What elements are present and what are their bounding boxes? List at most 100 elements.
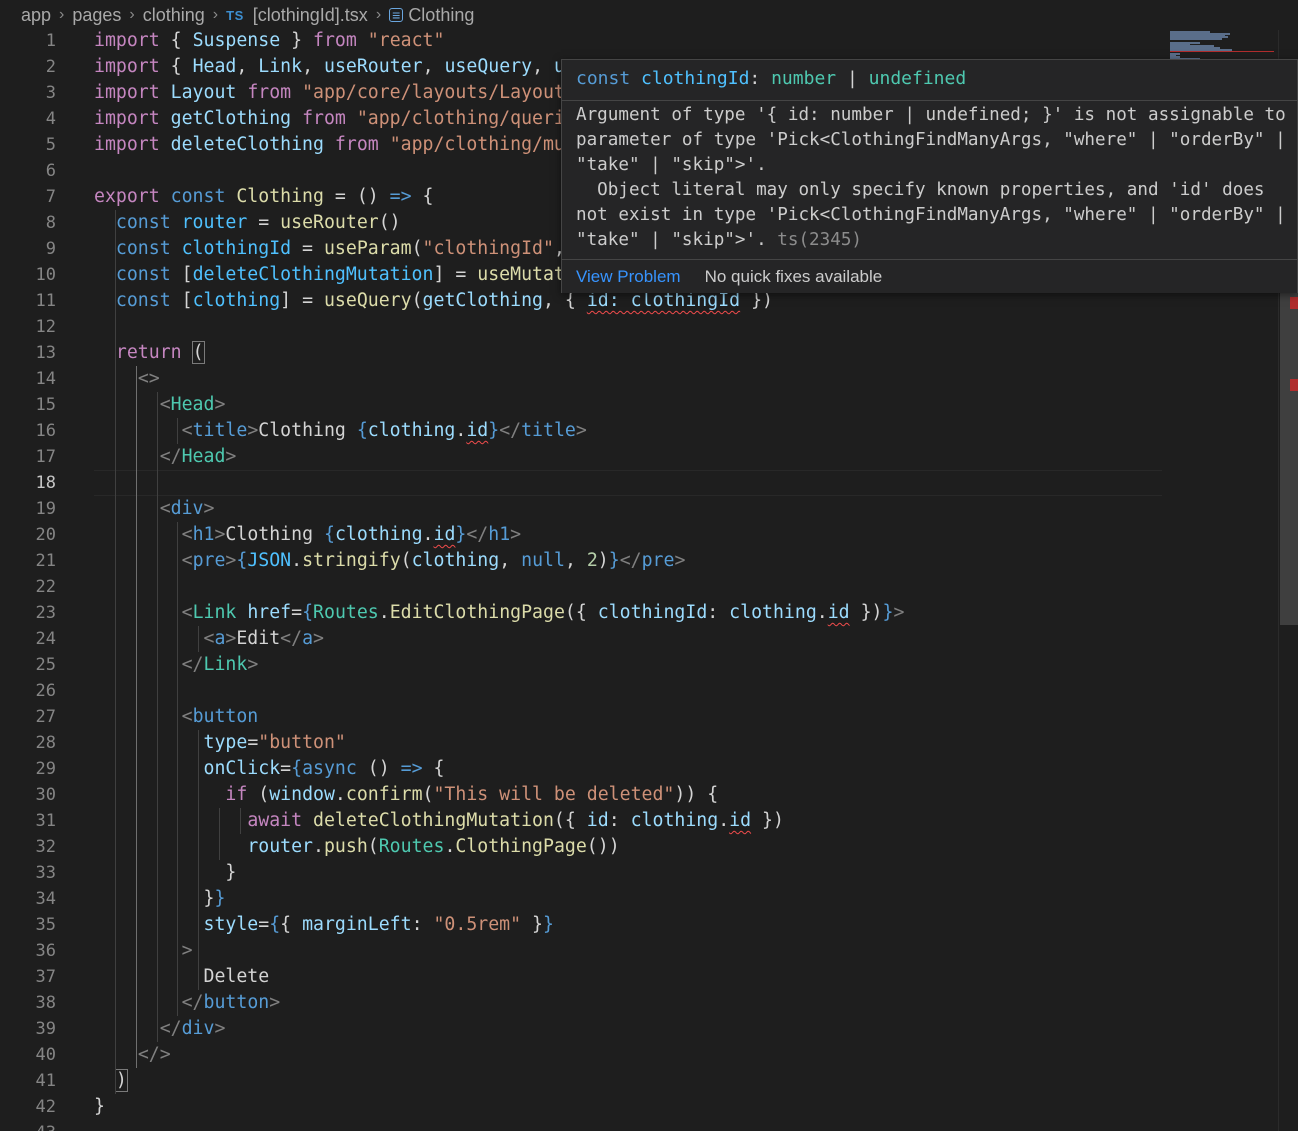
code-token: } <box>882 602 894 623</box>
code-token: const <box>115 238 171 259</box>
code-token: a <box>214 628 226 649</box>
code-line[interactable]: 15 <Head> <box>0 392 1278 418</box>
code-line[interactable]: 12 <box>0 314 1278 340</box>
code-line[interactable]: 35 style={{ marginLeft: "0.5rem" }} <box>0 912 1278 938</box>
code-token: , <box>422 56 445 77</box>
code-line[interactable]: 40 </> <box>0 1042 1278 1068</box>
line-number: 7 <box>45 187 56 207</box>
code-token: = <box>291 602 303 623</box>
code-token: > <box>893 602 905 623</box>
hover-status-bar: View Problem No quick fixes available <box>562 259 1297 293</box>
code-line[interactable]: 1 import { Suspense } from "react" <box>0 30 1278 54</box>
code-token: h1 <box>488 524 511 545</box>
code-line[interactable]: 16 <title>Clothing {clothing.id}</title> <box>0 418 1278 444</box>
code-token: marginLeft <box>302 914 412 935</box>
line-number: 37 <box>35 967 56 987</box>
breadcrumb-item-pages[interactable]: pages <box>72 5 121 26</box>
view-problem-link[interactable]: View Problem <box>576 267 681 287</box>
code-line[interactable]: 13 return ( <box>0 340 1278 366</box>
scrollbar-thumb[interactable] <box>1280 280 1298 625</box>
minimap[interactable] <box>1168 30 1276 60</box>
code-line[interactable]: 28 type="button" <box>0 730 1278 756</box>
code-token: import <box>94 134 160 155</box>
typescript-file-icon: TS <box>226 7 244 23</box>
error-code: ts(2345) <box>766 230 863 250</box>
code-token: : <box>608 810 631 831</box>
code-line[interactable]: 37 Delete <box>0 964 1278 990</box>
code-line[interactable]: 21 <pre>{JSON.stringify(clothing, null, … <box>0 548 1278 574</box>
code-token: . <box>422 524 434 545</box>
code-token: < <box>203 628 215 649</box>
signature-token <box>630 68 641 89</box>
code-line[interactable]: 42} <box>0 1094 1278 1120</box>
code-token: const <box>115 212 171 233</box>
code-line[interactable]: 26 <box>0 678 1278 704</box>
code-line[interactable]: 25 </Link> <box>0 652 1278 678</box>
code-token: clothing <box>334 524 423 545</box>
code-line[interactable]: 29 onClick={async () => { <box>0 756 1278 782</box>
hover-error-message: Argument of type '{ id: number | undefin… <box>576 103 1291 253</box>
code-token: < <box>181 602 193 623</box>
code-text: </> <box>94 1042 171 1068</box>
code-token: ( <box>411 238 423 259</box>
code-token: { <box>159 56 193 77</box>
code-token: { <box>302 602 314 623</box>
code-token: : <box>411 914 434 935</box>
code-token: </ <box>181 992 204 1013</box>
code-line[interactable]: 24 <a>Edit</a> <box>0 626 1278 652</box>
code-token: ] = <box>433 264 478 285</box>
breadcrumb-item-app[interactable]: app <box>21 5 51 26</box>
code-line[interactable]: 23 <Link href={Routes.EditClothingPage({… <box>0 600 1278 626</box>
code-line[interactable]: 22 <box>0 574 1278 600</box>
code-line[interactable]: 30 if (window.confirm("This will be dele… <box>0 782 1278 808</box>
code-line[interactable]: 20 <h1>Clothing {clothing.id}</h1> <box>0 522 1278 548</box>
line-number: 41 <box>35 1071 56 1091</box>
code-line[interactable]: 36 > <box>0 938 1278 964</box>
code-line[interactable]: 31 await deleteClothingMutation({ id: cl… <box>0 808 1278 834</box>
code-text: return ( <box>94 340 205 366</box>
code-line[interactable]: 27 <button <box>0 704 1278 730</box>
breadcrumb-item-clothing[interactable]: clothing <box>143 5 205 26</box>
minimap-line <box>1170 38 1222 41</box>
code-line[interactable]: 41 ) <box>0 1068 1278 1094</box>
code-token: > <box>247 654 259 675</box>
breadcrumb-item-symbol[interactable]: Clothing <box>408 5 474 26</box>
chevron-right-icon: › <box>375 6 382 23</box>
code-line[interactable]: 17 </Head> <box>0 444 1278 470</box>
code-line[interactable]: 39 </div> <box>0 1016 1278 1042</box>
code-token: } <box>225 862 237 883</box>
code-line[interactable]: 14 <> <box>0 366 1278 392</box>
code-token: > <box>269 992 281 1013</box>
error-marker <box>1290 379 1298 391</box>
line-number: 1 <box>45 31 56 51</box>
code-line[interactable]: 18 <box>0 470 1278 496</box>
code-line[interactable]: 19 <div> <box>0 496 1278 522</box>
code-line[interactable]: 33 } <box>0 860 1278 886</box>
code-line[interactable]: 32 router.push(Routes.ClothingPage()) <box>0 834 1278 860</box>
code-token: push <box>323 836 368 857</box>
code-token: ({ <box>564 602 598 623</box>
line-number: 42 <box>35 1097 56 1117</box>
code-token: = <box>247 732 259 753</box>
code-line[interactable]: 43 <box>0 1120 1278 1131</box>
breadcrumb-item-file[interactable]: [clothingId].tsx <box>253 5 368 26</box>
breadcrumb: app › pages › clothing › TS [clothingId]… <box>0 0 1298 30</box>
code-token: clothing <box>411 550 500 571</box>
code-line[interactable]: 38 </button> <box>0 990 1278 1016</box>
code-text: router.push(Routes.ClothingPage()) <box>94 834 619 860</box>
code-line[interactable]: 34 }} <box>0 886 1278 912</box>
line-number: 34 <box>35 889 56 909</box>
